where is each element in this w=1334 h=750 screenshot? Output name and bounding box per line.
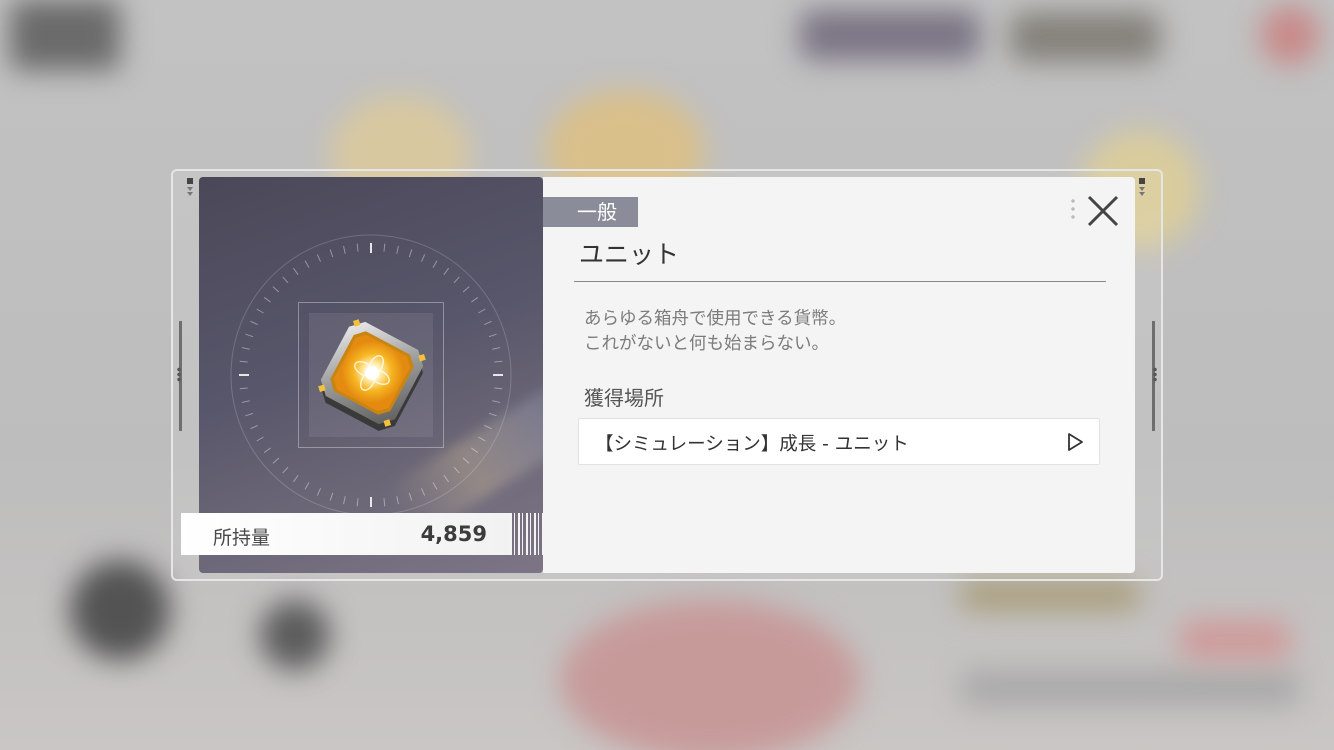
dial-tick — [316, 488, 322, 496]
acquisition-source-item[interactable]: 【シミュレーション】成長 - ユニット — [578, 418, 1100, 465]
dial-tick — [343, 245, 346, 254]
dial-tick — [408, 492, 413, 501]
dial-tick — [453, 466, 460, 474]
barcode-decoration — [510, 513, 543, 555]
dial-tick — [432, 482, 438, 490]
dial-tick — [304, 482, 310, 490]
dial-tick — [241, 347, 250, 350]
dial-tick — [443, 475, 449, 483]
dial-tick — [282, 466, 289, 474]
dial-tick — [492, 400, 501, 403]
dial-tick — [250, 424, 258, 430]
play-triangle-icon — [1068, 433, 1083, 451]
dial-tick — [241, 400, 250, 403]
dial-tick — [462, 457, 470, 464]
item-description: あらゆる箱舟で使用できる貨幣。 これがないと何も始まらない。 — [584, 309, 847, 354]
dial-tick — [443, 267, 449, 275]
dial-tick — [356, 498, 359, 507]
dial-tick — [453, 276, 460, 284]
acquisition-title: 獲得場所 — [584, 386, 664, 410]
category-tag: 一般 — [543, 197, 638, 227]
dial-tick — [488, 333, 497, 338]
dial-tick — [256, 308, 264, 314]
dial-tick — [488, 412, 497, 417]
dial-tick — [383, 498, 386, 507]
dial-tick — [356, 243, 359, 252]
divider — [574, 281, 1106, 282]
dial-tick — [396, 496, 399, 505]
close-icon — [1087, 195, 1119, 227]
owned-quantity-bar: 所持量 4,859 — [181, 513, 511, 555]
dial-tick — [272, 457, 280, 464]
frame-corner-right — [1139, 178, 1147, 204]
dial-tick — [250, 320, 258, 326]
dial-tick — [492, 347, 501, 350]
dial-tick — [420, 254, 426, 262]
gold-crystal-currency-icon — [318, 319, 426, 431]
dial-tick — [478, 436, 486, 442]
dial-tick — [239, 387, 248, 390]
dial-tick — [272, 286, 280, 293]
item-info-panel: 一般 ユニット あらゆる箱舟で使用できる貨幣。 これがないと何も始まらない。 獲… — [543, 177, 1135, 573]
dial-tick — [462, 286, 470, 293]
dial-tick — [383, 243, 386, 252]
dial-tick — [420, 488, 426, 496]
dial-tick — [263, 297, 271, 303]
dial-tick — [293, 475, 299, 483]
close-button[interactable] — [1083, 191, 1123, 231]
dial-tick — [494, 360, 503, 363]
acquisition-source-label: 【シミュレーション】成長 - ユニット — [595, 434, 909, 455]
close-dots-decoration — [1071, 197, 1075, 221]
owned-value: 4,859 — [420, 522, 487, 546]
dial-tick — [471, 447, 479, 453]
owned-label: 所持量 — [213, 527, 271, 549]
frame-corner-left — [187, 178, 195, 204]
dial-tick — [484, 424, 492, 430]
dial-tick — [239, 360, 248, 363]
dial-tick — [408, 249, 413, 258]
dial-tick — [245, 333, 254, 338]
dial-tick — [396, 245, 399, 254]
item-name: ユニット — [579, 240, 680, 269]
dial-tick — [484, 320, 492, 326]
dial-tick — [282, 276, 289, 284]
dial-tick — [494, 387, 503, 390]
item-icon-frame — [298, 302, 444, 448]
dial-tick — [263, 447, 271, 453]
dial-tick — [329, 492, 334, 501]
dial-tick — [329, 249, 334, 258]
dial-tick — [256, 436, 264, 442]
dial-tick — [304, 260, 310, 268]
dial-tick — [432, 260, 438, 268]
frame-dots-left — [177, 367, 181, 383]
dial-tick — [293, 267, 299, 275]
dial-tick — [478, 308, 486, 314]
dial-tick — [245, 412, 254, 417]
dial-tick — [316, 254, 322, 262]
frame-dots-right — [1153, 367, 1157, 383]
dial-tick — [471, 297, 479, 303]
dial-tick — [343, 496, 346, 505]
